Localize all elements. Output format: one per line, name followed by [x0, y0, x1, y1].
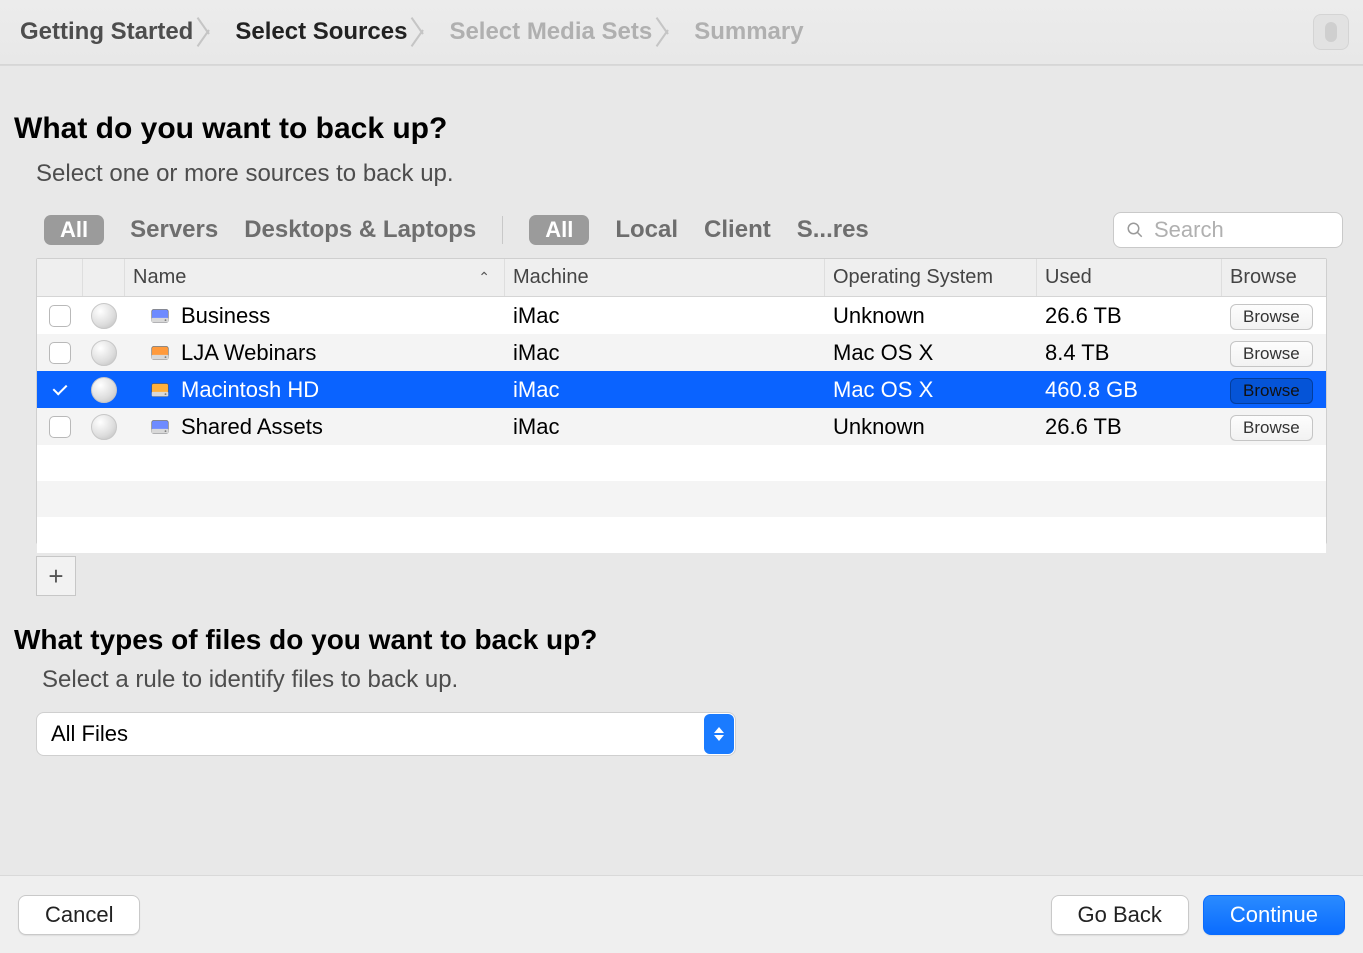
filter-local[interactable]: Local [615, 216, 678, 244]
row-name: Macintosh HD [181, 377, 319, 403]
browse-button[interactable]: Browse [1230, 378, 1313, 404]
go-back-button[interactable]: Go Back [1051, 895, 1189, 935]
status-indicator-icon [91, 303, 117, 329]
crumb-select-media-sets[interactable]: Select Media Sets [439, 12, 662, 52]
row-os: Unknown [825, 303, 1037, 329]
filter-desktops[interactable]: Desktops & Laptops [244, 216, 476, 244]
row-used: 460.8 GB [1037, 377, 1222, 403]
crumb-select-sources[interactable]: Select Sources [225, 12, 417, 52]
browse-button[interactable]: Browse [1230, 415, 1313, 441]
search-icon [1126, 221, 1144, 239]
filter-servers[interactable]: Servers [130, 216, 218, 244]
filter-bar: All Servers Desktops & Laptops All Local… [14, 206, 1349, 258]
table-body: Business iMac Unknown 26.6 TB Browse LJA… [37, 297, 1326, 445]
row-os: Mac OS X [825, 340, 1037, 366]
filter-all-types[interactable]: All [44, 215, 104, 245]
filter-shares[interactable]: S...res [797, 216, 869, 244]
rules-title: What types of files do you want to back … [14, 624, 1349, 656]
row-checkbox[interactable] [49, 342, 71, 364]
table-header: Name ⌃ Machine Operating System Used Bro… [37, 259, 1326, 297]
row-machine: iMac [505, 414, 825, 440]
sources-title: What do you want to back up? [14, 112, 1349, 146]
row-name: Business [181, 303, 270, 329]
footer: Cancel Go Back Continue [0, 875, 1363, 953]
col-browse[interactable]: Browse [1222, 259, 1328, 296]
crumb-summary[interactable]: Summary [684, 12, 813, 52]
rules-subtitle: Select a rule to identify files to back … [42, 666, 1349, 694]
drive-icon [149, 379, 171, 401]
select-stepper-icon [704, 714, 734, 754]
browse-button[interactable]: Browse [1230, 341, 1313, 367]
row-machine: iMac [505, 303, 825, 329]
table-row[interactable]: Macintosh HD iMac Mac OS X 460.8 GB Brow… [37, 371, 1326, 408]
row-machine: iMac [505, 340, 825, 366]
col-machine[interactable]: Machine [505, 259, 825, 296]
divider [502, 216, 503, 244]
row-os: Unknown [825, 414, 1037, 440]
col-name[interactable]: Name ⌃ [125, 259, 505, 296]
sources-table: Name ⌃ Machine Operating System Used Bro… [36, 258, 1327, 544]
drive-icon [149, 305, 171, 327]
rule-select-value: All Files [51, 721, 128, 747]
filter-all-locations[interactable]: All [529, 215, 589, 245]
row-os: Mac OS X [825, 377, 1037, 403]
row-checkbox[interactable] [49, 416, 71, 438]
table-row[interactable]: Business iMac Unknown 26.6 TB Browse [37, 297, 1326, 334]
row-checkbox[interactable] [49, 379, 71, 401]
search-input[interactable] [1152, 216, 1330, 244]
crumb-getting-started[interactable]: Getting Started [10, 12, 203, 52]
chevron-icon [664, 14, 682, 50]
col-os[interactable]: Operating System [825, 259, 1037, 296]
chevron-icon [205, 14, 223, 50]
sources-subtitle: Select one or more sources to back up. [36, 160, 1349, 188]
breadcrumb: Getting Started Select Sources Select Me… [0, 0, 1363, 65]
drive-icon [149, 342, 171, 364]
col-used[interactable]: Used [1037, 259, 1222, 296]
page-body: What do you want to back up? Select one … [0, 65, 1363, 874]
row-used: 8.4 TB [1037, 340, 1222, 366]
chevron-icon [419, 14, 437, 50]
status-indicator-icon [91, 414, 117, 440]
row-name: LJA Webinars [181, 340, 316, 366]
browse-button[interactable]: Browse [1230, 304, 1313, 330]
row-machine: iMac [505, 377, 825, 403]
table-row[interactable]: Shared Assets iMac Unknown 26.6 TB Brows… [37, 408, 1326, 445]
filter-client[interactable]: Client [704, 216, 771, 244]
row-name: Shared Assets [181, 414, 323, 440]
activity-indicator [1313, 14, 1349, 50]
row-used: 26.6 TB [1037, 414, 1222, 440]
status-indicator-icon [91, 340, 117, 366]
drive-icon [149, 416, 171, 438]
search-field[interactable] [1113, 212, 1343, 248]
cancel-button[interactable]: Cancel [18, 895, 140, 935]
row-checkbox[interactable] [49, 305, 71, 327]
rule-select[interactable]: All Files [36, 712, 736, 756]
continue-button[interactable]: Continue [1203, 895, 1345, 935]
status-indicator-icon [91, 377, 117, 403]
table-row[interactable]: LJA Webinars iMac Mac OS X 8.4 TB Browse [37, 334, 1326, 371]
sort-caret-icon: ⌃ [478, 269, 490, 286]
row-used: 26.6 TB [1037, 303, 1222, 329]
add-source-button[interactable]: + [36, 556, 76, 596]
